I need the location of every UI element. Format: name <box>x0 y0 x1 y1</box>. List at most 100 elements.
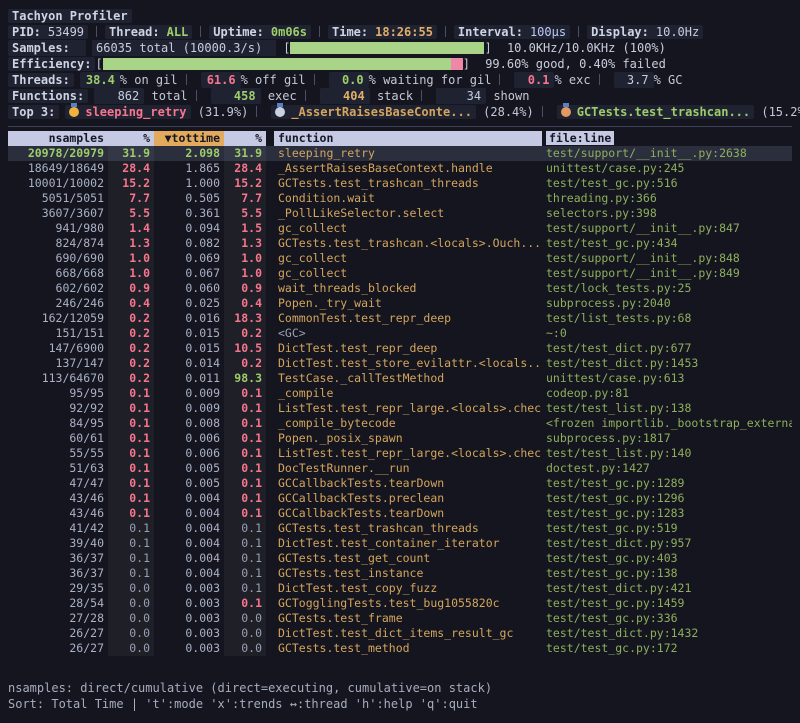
column-spacer <box>266 176 274 191</box>
pct-cumulative-cell: 0.1 <box>224 566 266 581</box>
nsamples-cell: 941/980 <box>8 221 108 236</box>
nsamples-cell: 39/40 <box>8 536 108 551</box>
table-row[interactable]: 113/64670 0.2 0.011 98.3 TestCase._callT… <box>8 371 792 386</box>
function-cell: Popen._posix_spawn <box>274 431 542 446</box>
pct-cumulative-cell: 15.2 <box>224 176 266 191</box>
nsamples-cell: 43/46 <box>8 506 108 521</box>
table-row[interactable]: 151/151 0.2 0.015 0.2 <GC> ~:0 <box>8 326 792 341</box>
table-row[interactable]: 18649/18649 28.4 1.865 28.4 _AssertRaise… <box>8 161 792 176</box>
tottime-cell: 0.005 <box>154 476 224 491</box>
table-row[interactable]: 43/46 0.1 0.004 0.1 GCCallbackTests.prec… <box>8 491 792 506</box>
table-row[interactable]: 147/6900 0.2 0.015 10.5 DictTest.test_re… <box>8 341 792 356</box>
table-row[interactable]: 26/27 0.0 0.003 0.0 DictTest.test_dict_i… <box>8 626 792 641</box>
title-line: Tachyon Profiler <box>8 8 792 24</box>
table-row[interactable]: 3607/3607 5.5 0.361 5.5 _PollLikeSelecto… <box>8 206 792 221</box>
col-header-function[interactable]: function <box>274 131 542 146</box>
pct-direct-cell: 0.2 <box>108 371 154 386</box>
table-row[interactable]: 690/690 1.0 0.069 1.0 gc_collect test/su… <box>8 251 792 266</box>
tottime-cell: 0.003 <box>154 641 224 656</box>
col-header-pct-cumulative[interactable]: % <box>224 131 266 146</box>
col-header-nsamples[interactable]: nsamples <box>8 131 108 146</box>
footer-keybindings: Sort: Total Time | 't':mode 'x':trends ↔… <box>8 696 792 712</box>
table-row[interactable]: 824/874 1.3 0.082 1.3 GCTests.test_trash… <box>8 236 792 251</box>
pct-direct-cell: 0.1 <box>108 551 154 566</box>
function-cell: sleeping_retry <box>274 146 542 161</box>
table-row[interactable]: 27/28 0.0 0.003 0.0 GCTests.test_frame t… <box>8 611 792 626</box>
table-row[interactable]: 668/668 1.0 0.067 1.0 gc_collect test/su… <box>8 266 792 281</box>
function-cell: DictTest.test_container_iterator <box>274 536 542 551</box>
samples-line: Samples:66035 total (10000.3/s) [] 10.0K… <box>8 40 792 56</box>
separator <box>305 90 306 101</box>
separator <box>421 90 422 101</box>
column-spacer <box>266 551 274 566</box>
file-line-cell: test/support/__init__.py:849 <box>542 266 792 281</box>
table-row[interactable]: 43/46 0.1 0.004 0.1 GCCallbackTests.tear… <box>8 506 792 521</box>
col-header-pct-direct[interactable]: % <box>108 131 154 146</box>
function-cell: Condition.wait <box>274 191 542 206</box>
table-row[interactable]: 55/55 0.1 0.006 0.1 ListTest.test_repr_l… <box>8 446 792 461</box>
column-spacer <box>266 371 274 386</box>
function-cell: TestCase._callTestMethod <box>274 371 542 386</box>
function-cell: GCTogglingTests.test_bug1055820c <box>274 596 542 611</box>
samples-rate: 10.0KHz/10.0KHz (100%) <box>507 41 666 55</box>
thread-field[interactable]: Thread:ALL <box>105 25 192 39</box>
table-row[interactable]: 29/35 0.0 0.003 0.1 DictTest.test_copy_f… <box>8 581 792 596</box>
table-row[interactable]: 20978/20979 31.9 2.098 31.9 sleeping_ret… <box>8 146 792 161</box>
table-row[interactable]: 162/12059 0.2 0.016 18.3 CommonTest.test… <box>8 311 792 326</box>
table-row[interactable]: 47/47 0.1 0.005 0.1 GCCallbackTests.tear… <box>8 476 792 491</box>
table-row[interactable]: 246/246 0.4 0.025 0.4 Popen._try_wait su… <box>8 296 792 311</box>
function-cell: _AssertRaisesBaseContext.handle <box>274 161 542 176</box>
table-row[interactable]: 95/95 0.1 0.009 0.1 _compile codeop.py:8… <box>8 386 792 401</box>
samples-bar-open-bracket: [ <box>283 41 290 55</box>
col-header-tottime-sorted[interactable]: ▼tottime <box>154 131 224 146</box>
table-row[interactable]: 28/54 0.0 0.003 0.1 GCTogglingTests.test… <box>8 596 792 611</box>
table-row[interactable]: 941/980 1.4 0.094 1.5 gc_collect test/su… <box>8 221 792 236</box>
table-row[interactable]: 41/42 0.1 0.004 0.1 GCTests.test_trashca… <box>8 521 792 536</box>
pct-cumulative-cell: 5.5 <box>224 206 266 221</box>
nsamples-cell: 60/61 <box>8 431 108 446</box>
samples-total: 66035 total (10000.3/s) <box>92 40 276 56</box>
table-row[interactable]: 36/37 0.1 0.004 0.1 GCTests.test_get_cou… <box>8 551 792 566</box>
function-cell: DocTestRunner.__run <box>274 461 542 476</box>
table-row[interactable]: 5051/5051 7.7 0.505 7.7 Condition.wait t… <box>8 191 792 206</box>
table-row[interactable]: 39/40 0.1 0.004 0.1 DictTest.test_contai… <box>8 536 792 551</box>
pct-cumulative-cell: 0.0 <box>224 626 266 641</box>
pct-direct-cell: 0.0 <box>108 641 154 656</box>
table-row[interactable]: 10001/10002 15.2 1.000 15.2 GCTests.test… <box>8 176 792 191</box>
col-header-file-line[interactable]: file:line <box>542 131 792 146</box>
silver-medal-icon <box>275 107 285 117</box>
table-row[interactable]: 51/63 0.1 0.005 0.1 DocTestRunner.__run … <box>8 461 792 476</box>
tottime-cell: 0.004 <box>154 521 224 536</box>
top3-function-name: GCTests.test_trashcan... <box>577 105 750 119</box>
pct-cumulative-cell: 0.1 <box>224 446 266 461</box>
table-row[interactable]: 92/92 0.1 0.009 0.1 ListTest.test_repr_l… <box>8 401 792 416</box>
separator <box>96 26 97 37</box>
pct-cumulative-cell: 1.0 <box>224 266 266 281</box>
file-line-cell: test/list_tests.py:68 <box>542 311 792 326</box>
table-row[interactable]: 84/95 0.1 0.008 0.1 _compile_bytecode <f… <box>8 416 792 431</box>
table-row[interactable]: 36/37 0.1 0.004 0.1 GCTests.test_instanc… <box>8 566 792 581</box>
uptime-field: Uptime:0m06s <box>209 25 311 39</box>
pct-direct-cell: 0.9 <box>108 281 154 296</box>
samples-bar-close-bracket: ] <box>484 41 491 55</box>
top3-percentage: (28.4%) <box>476 105 534 119</box>
on-gil-label: % on gil <box>120 73 178 87</box>
meta-line: PID:53499Thread:ALLUptime:0m06sTime:18:2… <box>8 24 792 40</box>
column-spacer <box>266 461 274 476</box>
table-row[interactable]: 60/61 0.1 0.006 0.1 Popen._posix_spawn s… <box>8 431 792 446</box>
pct-direct-cell: 0.1 <box>108 386 154 401</box>
pct-cumulative-cell: 0.1 <box>224 551 266 566</box>
table-row[interactable]: 26/27 0.0 0.003 0.0 GCTests.test_method … <box>8 641 792 656</box>
pct-cumulative-cell: 1.0 <box>224 251 266 266</box>
tottime-cell: 0.025 <box>154 296 224 311</box>
display-value: 10.0Hz <box>656 25 699 39</box>
function-cell: GCCallbackTests.preclean <box>274 491 542 506</box>
table-row[interactable]: 137/147 0.2 0.014 0.2 DictTest.test_stor… <box>8 356 792 371</box>
tottime-cell: 0.004 <box>154 536 224 551</box>
column-spacer <box>266 146 274 161</box>
column-spacer <box>266 641 274 656</box>
separator <box>314 74 315 85</box>
pct-direct-cell: 7.7 <box>108 191 154 206</box>
column-spacer <box>266 476 274 491</box>
table-row[interactable]: 602/602 0.9 0.060 0.9 wait_threads_block… <box>8 281 792 296</box>
